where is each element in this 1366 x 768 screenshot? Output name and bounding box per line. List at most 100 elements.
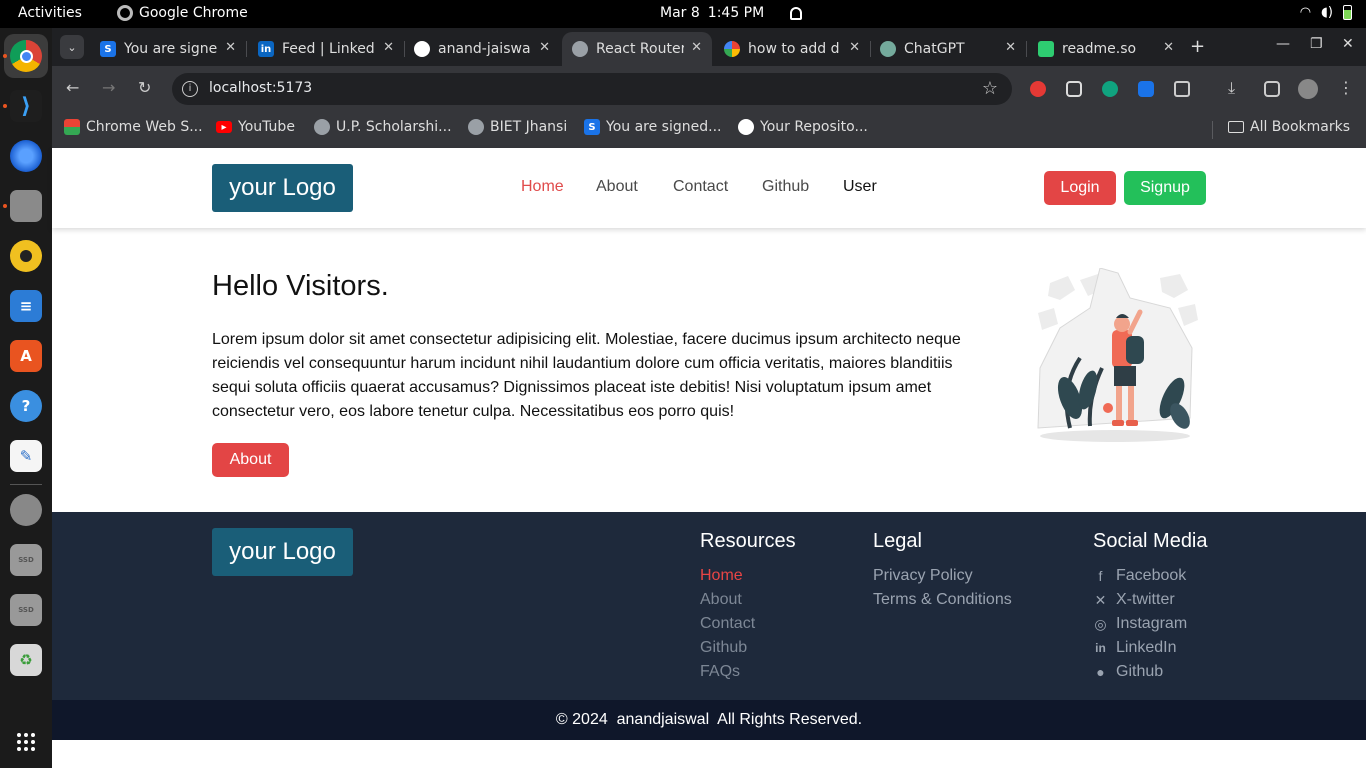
bookmark-item[interactable]: ▸ YouTube (216, 119, 295, 135)
dock-trash-icon[interactable]: ♻ (10, 644, 42, 676)
dock-ssd2-icon[interactable]: SSD (10, 594, 42, 626)
close-icon[interactable]: ✕ (1163, 40, 1174, 55)
tab-title: ChatGPT (904, 41, 965, 57)
footer-link-github[interactable]: Github (700, 639, 747, 657)
dock-disc-icon[interactable] (10, 494, 42, 526)
activities-button[interactable]: Activities (18, 5, 82, 21)
social-label: Github (1116, 663, 1164, 680)
tab-strip: ⌄ S You are signe ✕ in Feed | Linked ✕ a… (52, 28, 1366, 66)
bookmark-item[interactable]: U.P. Scholarshi... (314, 119, 452, 135)
bookmark-star-icon[interactable]: ☆ (982, 78, 998, 99)
tab-item[interactable]: readme.so ✕ (1028, 32, 1184, 66)
tab-search-chevron-icon[interactable]: ⌄ (60, 35, 84, 59)
maximize-icon[interactable]: ❐ (1310, 36, 1323, 52)
social-link-facebook[interactable]: f Facebook (1093, 567, 1187, 585)
dock-rhythmbox-icon[interactable] (10, 240, 42, 272)
profile-avatar[interactable] (1298, 79, 1318, 99)
reload-icon[interactable]: ↻ (138, 78, 151, 97)
dock-software-icon[interactable]: A (10, 340, 42, 372)
footer-link-home[interactable]: Home (700, 567, 743, 585)
browser-toolbar: ← → ↻ i localhost:5173 ☆ ⤓ ⋮ (52, 66, 1366, 112)
social-link-x-twitter[interactable]: ✕ X-twitter (1093, 591, 1175, 609)
dock-help-icon[interactable]: ? (10, 390, 42, 422)
footer-link-contact[interactable]: Contact (700, 615, 755, 633)
linkedin-icon: in (258, 41, 274, 57)
tab-item[interactable]: ChatGPT ✕ (870, 32, 1027, 66)
login-button[interactable]: Login (1044, 171, 1116, 205)
clock[interactable]: Mar 8 1:45 PM (660, 5, 803, 21)
app-menu[interactable]: Google Chrome (117, 5, 248, 21)
extension-chatgpt-icon[interactable] (1102, 81, 1118, 97)
footer-logo[interactable]: your Logo (212, 528, 353, 576)
minimize-icon[interactable]: — (1276, 36, 1290, 52)
extension-s-icon[interactable] (1138, 81, 1154, 97)
dock-chrome-icon[interactable] (3, 40, 42, 72)
forward-icon[interactable]: → (102, 78, 115, 97)
dock-writer-icon[interactable]: ≡ (10, 290, 42, 322)
close-window-icon[interactable]: ✕ (1342, 36, 1354, 52)
facebook-icon: f (1098, 568, 1103, 584)
footer-link-privacy[interactable]: Privacy Policy (873, 567, 973, 585)
close-icon[interactable]: ✕ (849, 40, 860, 55)
hiker-illustration (1037, 268, 1198, 442)
all-bookmarks-button[interactable]: All Bookmarks (1228, 119, 1350, 135)
bookmark-item[interactable]: Chrome Web S... (64, 119, 203, 135)
close-icon[interactable]: ✕ (539, 40, 550, 55)
tab-item[interactable]: S You are signe ✕ (90, 32, 247, 66)
dock-text-editor-icon[interactable]: ✎ (10, 440, 42, 472)
social-heading: Social Media (1093, 530, 1208, 552)
dock-vscode-icon[interactable]: ⟩ (3, 90, 42, 122)
extensions-puzzle-icon[interactable] (1174, 81, 1190, 97)
dock-thunderbird-icon[interactable] (10, 140, 42, 172)
nav-contact-link[interactable]: Contact (673, 178, 728, 196)
close-icon[interactable]: ✕ (691, 40, 702, 55)
tab-title: anand-jaiswa (438, 41, 531, 57)
site-logo[interactable]: your Logo (212, 164, 353, 212)
github-icon (738, 119, 754, 135)
show-apps-icon[interactable] (10, 726, 42, 758)
new-tab-button[interactable]: + (1190, 36, 1205, 57)
social-link-github[interactable]: ● Github (1093, 663, 1163, 681)
social-link-instagram[interactable]: ◎ Instagram (1093, 615, 1187, 633)
side-panel-icon[interactable] (1264, 81, 1280, 97)
tab-title: readme.so (1062, 41, 1137, 57)
social-link-linkedin[interactable]: in LinkedIn (1093, 639, 1176, 657)
nav-about-link[interactable]: About (596, 178, 638, 196)
copyright-bar: © 2024 anandjaiswal All Rights Reserved. (52, 700, 1366, 740)
hero-about-button[interactable]: About (212, 443, 289, 477)
menu-kebab-icon[interactable]: ⋮ (1338, 78, 1354, 97)
dock-files-icon[interactable] (3, 190, 42, 222)
footer-link-faqs[interactable]: FAQs (700, 663, 740, 681)
signup-button[interactable]: Signup (1124, 171, 1206, 205)
system-tray[interactable]: ◠ ◖) (1300, 5, 1352, 20)
bookmark-item[interactable]: S You are signed... (584, 119, 721, 135)
legal-heading: Legal (873, 530, 922, 552)
back-icon[interactable]: ← (66, 78, 79, 97)
close-icon[interactable]: ✕ (1005, 40, 1016, 55)
readme-icon (1038, 41, 1054, 57)
bookmark-item[interactable]: BIET Jhansi (468, 119, 567, 135)
site-info-icon[interactable]: i (182, 81, 198, 97)
download-icon[interactable]: ⤓ (1228, 78, 1235, 98)
nav-user-link[interactable]: User (843, 178, 877, 196)
chrome-web-store-icon (64, 119, 80, 135)
tab-item[interactable]: anand-jaiswa ✕ (404, 32, 560, 66)
social-label: X-twitter (1116, 591, 1175, 608)
nav-home-link[interactable]: Home (521, 178, 564, 196)
tab-title: Feed | Linked (282, 41, 375, 57)
tab-item[interactable]: in Feed | Linked ✕ (248, 32, 405, 66)
bookmark-item[interactable]: Your Reposito... (738, 119, 868, 135)
copyright-text: © 2024 anandjaiswal All Rights Reserved. (555, 711, 863, 728)
tab-item[interactable]: how to add d ✕ (714, 32, 871, 66)
tab-item-active[interactable]: React Router ✕ (562, 32, 712, 66)
address-bar[interactable]: i localhost:5173 ☆ (172, 73, 1012, 105)
dock-ssd-icon[interactable]: SSD (10, 544, 42, 576)
extension-red-icon[interactable] (1030, 81, 1046, 97)
close-icon[interactable]: ✕ (225, 40, 236, 55)
extension-window-icon[interactable] (1066, 81, 1082, 97)
footer-link-about[interactable]: About (700, 591, 742, 609)
nav-github-link[interactable]: Github (762, 178, 809, 196)
footer-link-terms[interactable]: Terms & Conditions (873, 591, 1012, 609)
github-icon (414, 41, 430, 57)
close-icon[interactable]: ✕ (383, 40, 394, 55)
